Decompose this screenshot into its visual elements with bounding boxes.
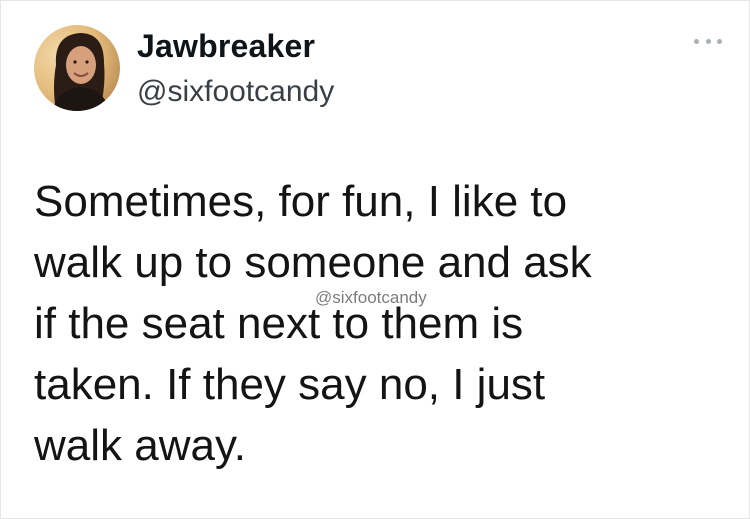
avatar[interactable] [34, 25, 120, 111]
dot [717, 38, 722, 44]
tweet-card: Jawbreaker @sixfootcandy Sometimes, for … [0, 0, 750, 519]
dot [694, 38, 699, 44]
tweet-text-line: walk up to someone and ask [34, 238, 592, 287]
profile-photo-icon [34, 25, 120, 111]
tweet-text-line: taken. If they say no, I just [34, 360, 546, 409]
tweet-text-line: Sometimes, for fun, I like to [34, 177, 568, 226]
watermark: @sixfootcandy [315, 288, 427, 307]
tweet-text: Sometimes, for fun, I like to walk up to… [34, 171, 724, 476]
user-handle[interactable]: @sixfootcandy [137, 75, 334, 109]
dot [705, 38, 711, 44]
display-name[interactable]: Jawbreaker [137, 28, 315, 65]
tweet-text-line: walk away. [34, 421, 246, 470]
ellipsis-icon[interactable] [694, 34, 722, 48]
